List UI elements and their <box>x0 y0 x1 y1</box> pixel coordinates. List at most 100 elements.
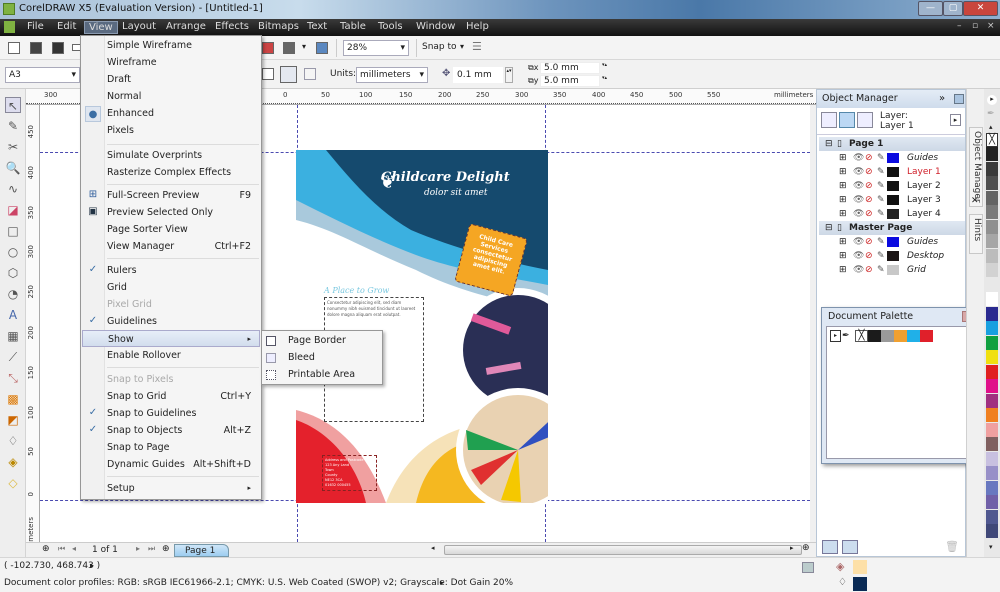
palette-color-swatch[interactable] <box>986 379 998 393</box>
editable-pencil-icon[interactable]: ✎ <box>877 249 885 263</box>
printable-toggle-icon[interactable]: ⊘ <box>865 207 873 221</box>
shape-tool-icon[interactable]: ✎ <box>5 118 21 134</box>
visibility-eye-icon[interactable]: 👁 <box>853 193 864 207</box>
expand-icon[interactable]: ⊞ <box>839 249 847 263</box>
next-page-icon[interactable]: ▸ <box>136 544 140 553</box>
doc-restore-button[interactable]: ▫ <box>972 21 978 31</box>
visibility-eye-icon[interactable]: 👁 <box>853 249 864 263</box>
submenu-item-page-border[interactable]: Page Border <box>288 332 380 349</box>
tab-page-1[interactable]: Page 1 <box>174 544 229 557</box>
expand-icon[interactable]: ⊞ <box>839 263 847 277</box>
add-page-before-icon[interactable]: ⊕ <box>42 544 50 554</box>
open-folder-icon[interactable] <box>30 42 42 54</box>
duplicate-y-input[interactable]: 5.0 mm <box>540 75 600 87</box>
visibility-eye-icon[interactable]: 👁 <box>853 179 864 193</box>
palette-color-swatch[interactable] <box>986 524 998 538</box>
expand-icon[interactable]: ⊞ <box>839 207 847 221</box>
menu-view[interactable]: View <box>84 21 118 34</box>
palette-color-swatch[interactable] <box>986 364 998 379</box>
palette-color-swatch[interactable] <box>986 234 998 248</box>
tree-layer-item[interactable]: ⊞ 👁 ⊘ ✎ Layer 4 <box>819 207 965 221</box>
connector-tool-icon[interactable]: ⤡ <box>5 370 21 386</box>
expand-icon[interactable]: ⊞ <box>839 165 847 179</box>
layer-color-swatch[interactable] <box>887 153 899 163</box>
previous-page-icon[interactable]: ◂ <box>72 544 76 553</box>
menu-arrange[interactable]: Arrange <box>166 21 206 32</box>
menu-item-snap-to-objects[interactable]: Snap to Objects Alt+Z <box>107 422 259 439</box>
editable-pencil-icon[interactable]: ✎ <box>877 193 885 207</box>
palette-color-swatch[interactable] <box>986 321 998 335</box>
visibility-eye-icon[interactable]: 👁 <box>853 207 864 221</box>
document-color-swatch[interactable] <box>881 330 894 342</box>
menu-item-preview-selected-only[interactable]: Preview Selected Only <box>107 204 259 221</box>
palette-color-swatch[interactable] <box>986 350 998 364</box>
tree-page-item[interactable]: ⊟ ▯ Master Page <box>819 221 965 235</box>
menu-item-page-sorter-view[interactable]: Page Sorter View <box>107 221 259 238</box>
zoom-level-dropdown[interactable]: 28% <box>343 40 409 56</box>
pick-tool-icon[interactable]: ↖ <box>5 97 21 113</box>
delete-layer-icon[interactable]: 🗑 <box>945 540 959 554</box>
palette-color-swatch[interactable] <box>986 335 998 350</box>
zoom-navigator-icon[interactable]: ⊕ <box>802 543 810 553</box>
visibility-eye-icon[interactable]: 👁 <box>853 151 864 165</box>
palette-flyout-icon[interactable]: ▸ <box>987 95 997 105</box>
new-layer-icon[interactable] <box>822 540 838 554</box>
last-page-icon[interactable]: ⏭ <box>148 544 155 554</box>
fill-color-swatch[interactable] <box>853 560 867 574</box>
palette-color-swatch[interactable] <box>986 509 998 524</box>
basic-shapes-tool-icon[interactable]: ◔ <box>5 286 21 302</box>
palette-color-swatch[interactable] <box>986 408 998 422</box>
dimension-tool-icon[interactable]: ⟋ <box>5 349 21 365</box>
polygon-tool-icon[interactable]: ⬡ <box>5 265 21 281</box>
menu-item-dynamic-guides[interactable]: Dynamic Guides Alt+Shift+D <box>107 456 259 473</box>
no-color-swatch[interactable]: ╳ <box>855 330 868 342</box>
menu-item-view-manager[interactable]: View Manager Ctrl+F2 <box>107 238 259 255</box>
expand-icon[interactable]: ⊞ <box>839 151 847 165</box>
menu-item-normal[interactable]: Normal <box>107 88 259 105</box>
close-tab-icon[interactable]: ✕ <box>971 196 979 206</box>
all-pages-icon[interactable] <box>280 66 297 83</box>
editable-pencil-icon[interactable]: ✎ <box>877 179 885 193</box>
editable-pencil-icon[interactable]: ✎ <box>877 235 885 249</box>
tree-layer-item[interactable]: ⊞ 👁 ⊘ ✎ Layer 2 <box>819 179 965 193</box>
snap-to-chevron-icon[interactable]: ▾ <box>460 42 464 51</box>
visibility-eye-icon[interactable]: 👁 <box>853 165 864 179</box>
menu-item-draft[interactable]: Draft <box>107 71 259 88</box>
save-icon[interactable] <box>52 42 64 54</box>
doc-close-button[interactable]: × <box>987 21 995 31</box>
collapse-icon[interactable]: ⊟ <box>825 221 833 235</box>
new-master-layer-icon[interactable] <box>842 540 858 554</box>
palette-menu-icon[interactable]: ▸ <box>830 330 841 342</box>
landscape-icon[interactable] <box>262 68 274 80</box>
visibility-eye-icon[interactable]: 👁 <box>853 235 864 249</box>
menu-table[interactable]: Table <box>340 21 366 32</box>
tab-hints[interactable]: Hints <box>969 214 983 254</box>
menu-item-full-screen-preview[interactable]: Full-Screen Preview F9 <box>107 187 259 204</box>
export-icon[interactable] <box>262 42 274 54</box>
layer-color-swatch[interactable] <box>887 195 899 205</box>
palette-color-swatch[interactable] <box>986 451 998 466</box>
menu-item-show[interactable]: Show ▸ <box>82 330 260 347</box>
eyedropper-icon[interactable]: ✒ <box>842 330 855 342</box>
menu-item-simulate-overprints[interactable]: Simulate Overprints <box>107 147 259 164</box>
outline-pen-tool-icon[interactable]: ♢ <box>5 433 21 449</box>
layer-color-swatch[interactable] <box>887 251 899 261</box>
menu-item-pixels[interactable]: Pixels <box>107 122 259 139</box>
blend-tool-icon[interactable]: ▩ <box>5 391 21 407</box>
close-button[interactable]: ✕ <box>963 1 998 16</box>
zoom-tool-icon[interactable]: 🔍 <box>5 160 21 176</box>
nudge-spinner[interactable]: ▴▾ <box>505 67 513 83</box>
outline-color-swatch[interactable] <box>853 577 867 591</box>
palette-color-swatch[interactable] <box>986 466 998 480</box>
tree-layer-item[interactable]: ⊞ 👁 ⊘ ✎ Layer 3 <box>819 193 965 207</box>
profiles-menu-arrow-icon[interactable]: ▸ <box>440 578 444 587</box>
edit-across-layers-icon[interactable] <box>839 112 855 128</box>
menu-item-enable-rollover[interactable]: Enable Rollover <box>107 347 259 364</box>
palette-color-swatch[interactable] <box>986 277 998 292</box>
palette-color-swatch[interactable] <box>986 176 998 190</box>
doc-minimize-button[interactable]: – <box>957 21 962 31</box>
launcher-dropdown-icon[interactable]: ▾ <box>302 42 306 51</box>
crop-tool-icon[interactable]: ✂ <box>5 139 21 155</box>
tree-layer-item[interactable]: ⊞ 👁 ⊘ ✎ Grid <box>819 263 965 277</box>
palette-color-swatch[interactable] <box>986 480 998 495</box>
